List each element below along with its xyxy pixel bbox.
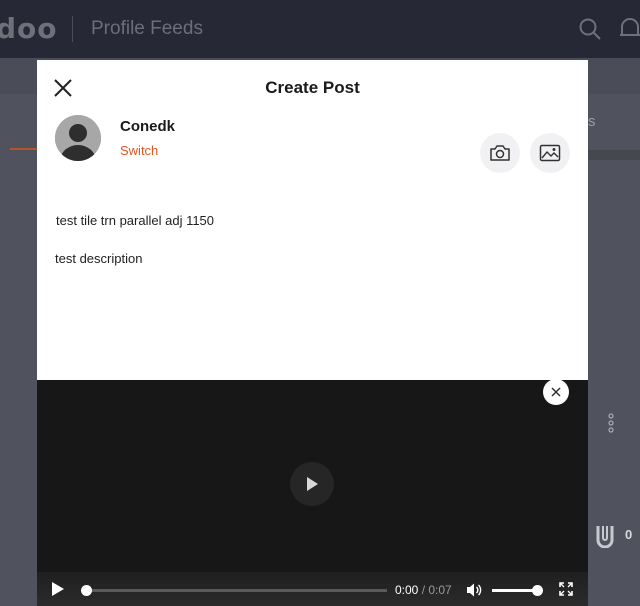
time-separator: / — [418, 583, 429, 597]
play-icon — [307, 477, 318, 491]
avatar — [55, 115, 101, 161]
video-play-button[interactable] — [290, 462, 334, 506]
user-avatar-icon — [55, 115, 101, 161]
background-active-indicator — [10, 148, 38, 150]
volume-knob[interactable] — [532, 585, 543, 596]
video-time: 0:00 / 0:07 — [395, 583, 452, 597]
image-icon — [539, 144, 561, 162]
switch-account-link[interactable]: Switch — [120, 143, 158, 158]
play-icon[interactable] — [51, 582, 65, 596]
background-right-label: s — [588, 113, 596, 130]
camera-button[interactable] — [480, 133, 520, 173]
video-progress-bar[interactable] — [81, 585, 387, 596]
create-post-modal: Create Post Conedk Switch test tile trn … — [37, 60, 588, 606]
background-strip — [588, 150, 640, 160]
modal-title: Create Post — [265, 78, 360, 97]
search-icon[interactable] — [578, 17, 602, 41]
total-time: 0:07 — [428, 583, 452, 597]
app-title: Profile Feeds — [91, 18, 203, 39]
volume-slider[interactable] — [492, 585, 543, 596]
video-controls: 0:00 / 0:07 — [37, 572, 588, 606]
remove-video-button[interactable] — [543, 379, 569, 405]
more-options-icon — [608, 413, 614, 433]
background-count: 0 — [625, 527, 633, 542]
top-bar: doo Profile Feeds — [0, 0, 640, 58]
progress-knob[interactable] — [81, 585, 92, 596]
topbar-divider — [72, 16, 73, 42]
image-button[interactable] — [530, 133, 570, 173]
user-name: Conedk — [120, 118, 176, 135]
post-description-text[interactable]: test description — [55, 251, 142, 266]
volume-icon[interactable] — [466, 582, 482, 598]
bell-icon[interactable] — [618, 16, 640, 42]
close-icon — [551, 387, 561, 397]
camera-icon — [490, 145, 510, 161]
app-logo: doo — [0, 12, 58, 45]
fullscreen-icon[interactable] — [559, 582, 573, 596]
volume-fill — [492, 589, 537, 592]
attachment-icon — [596, 526, 614, 548]
current-time: 0:00 — [395, 583, 419, 597]
post-title-text[interactable]: test tile trn parallel adj 1150 — [56, 213, 214, 228]
